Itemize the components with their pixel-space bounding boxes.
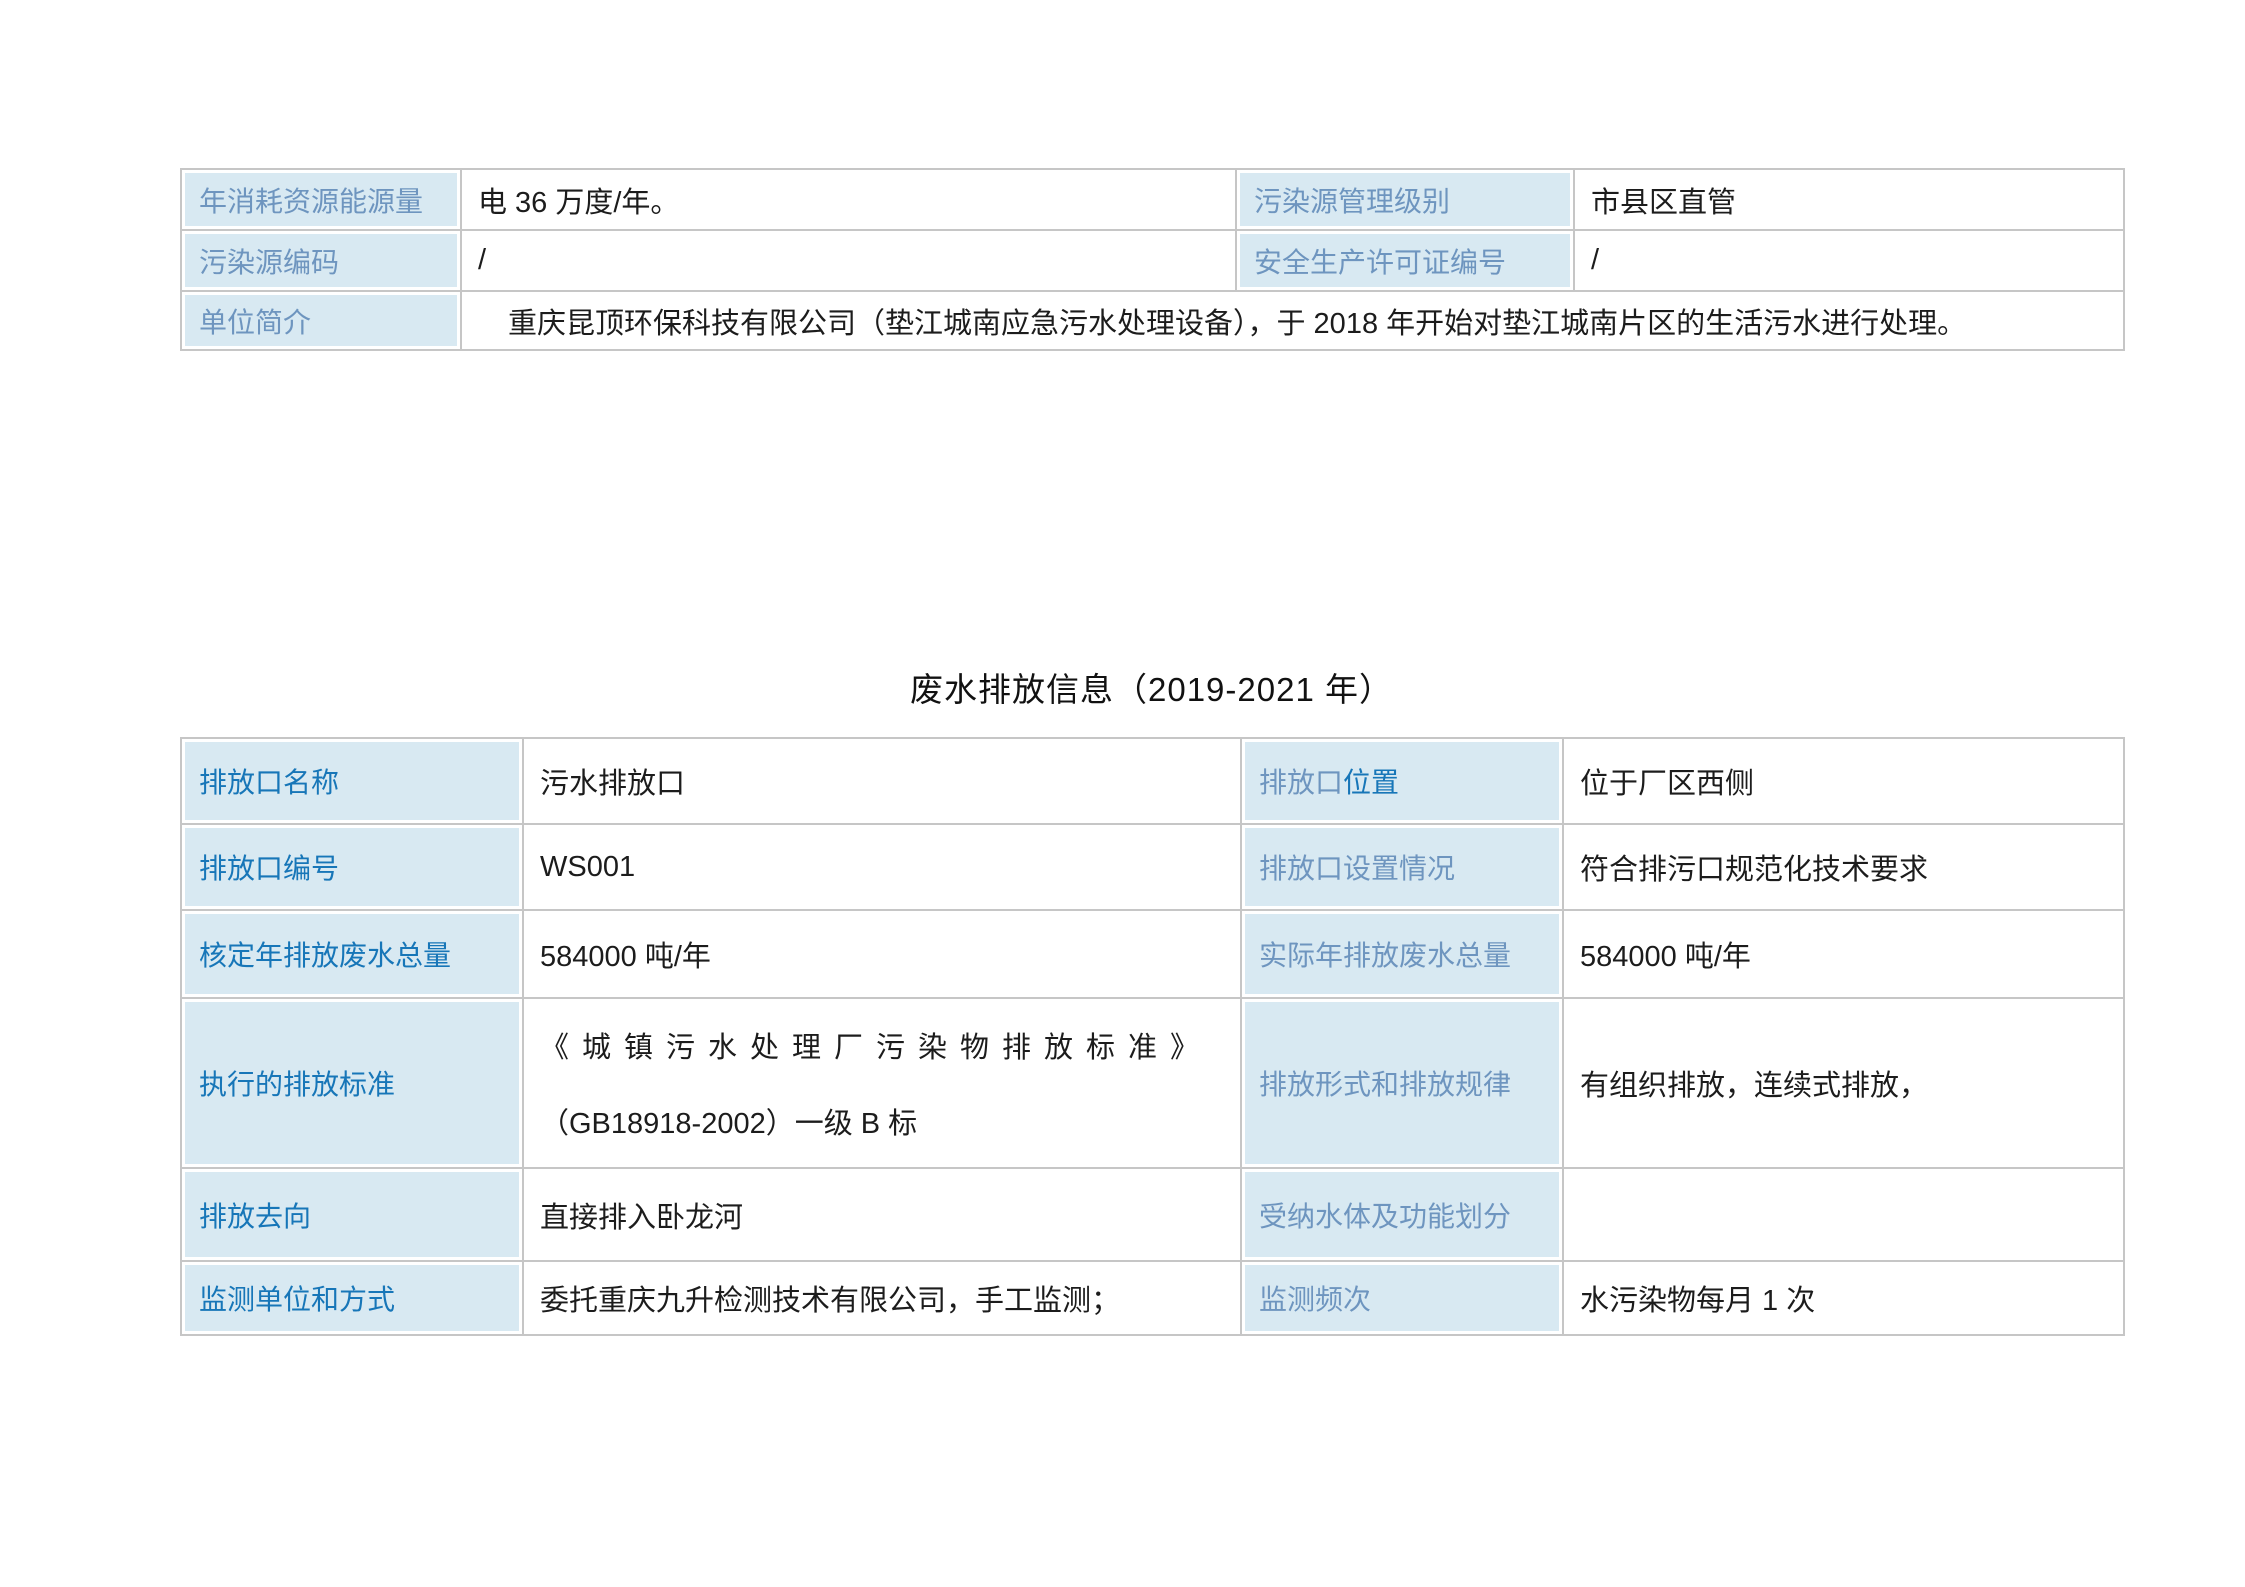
standard-title-line: 《城镇污水处理厂污染物排放标准》 bbox=[540, 1024, 1230, 1066]
table-row: 年消耗资源能源量 电 36 万度/年。 污染源管理级别 市县区直管 bbox=[181, 169, 2124, 230]
cell-actual-discharge-value: 584000 吨/年 bbox=[1563, 910, 2124, 998]
cell-discharge-destination-value: 直接排入卧龙河 bbox=[523, 1168, 1241, 1261]
table-row: 单位简介 重庆昆顶环保科技有限公司（垫江城南应急污水处理设备），于 2018 年… bbox=[181, 291, 2124, 350]
row-label-outlet-number: 排放口编号 bbox=[181, 824, 523, 910]
row-label-monitoring-unit: 监测单位和方式 bbox=[181, 1261, 523, 1335]
table-row: 核定年排放废水总量 584000 吨/年 实际年排放废水总量 584000 吨/… bbox=[181, 910, 2124, 998]
document-page: 年消耗资源能源量 电 36 万度/年。 污染源管理级别 市县区直管 污染源编码 … bbox=[180, 0, 2123, 1336]
cell-discharge-standard-value: 《城镇污水处理厂污染物排放标准》 （GB18918-2002）一级 B 标 bbox=[523, 998, 1241, 1168]
cell-outlet-number-value: WS001 bbox=[523, 824, 1241, 910]
basic-info-table: 年消耗资源能源量 电 36 万度/年。 污染源管理级别 市县区直管 污染源编码 … bbox=[180, 168, 2125, 351]
row-label-monitoring-frequency: 监测频次 bbox=[1241, 1261, 1563, 1335]
cell-outlet-setup-value: 符合排污口规范化技术要求 bbox=[1563, 824, 2124, 910]
table-row: 排放去向 直接排入卧龙河 受纳水体及功能划分 bbox=[181, 1168, 2124, 1261]
table-row: 监测单位和方式 委托重庆九升检测技术有限公司，手工监测； 监测频次 水污染物每月… bbox=[181, 1261, 2124, 1335]
table-row: 污染源编码 / 安全生产许可证编号 / bbox=[181, 230, 2124, 291]
row-label-safety-license: 安全生产许可证编号 bbox=[1236, 230, 1574, 291]
cell-annual-energy-value: 电 36 万度/年。 bbox=[461, 169, 1236, 230]
cell-outlet-location-value: 位于厂区西侧 bbox=[1563, 738, 2124, 824]
cell-discharge-pattern-value: 有组织排放，连续式排放， bbox=[1563, 998, 2124, 1168]
row-label-approved-discharge: 核定年排放废水总量 bbox=[181, 910, 523, 998]
row-label-source-code: 污染源编码 bbox=[181, 230, 461, 291]
cell-outlet-name-value: 污水排放口 bbox=[523, 738, 1241, 824]
row-label-discharge-standard: 执行的排放标准 bbox=[181, 998, 523, 1168]
table-row: 排放口编号 WS001 排放口设置情况 符合排污口规范化技术要求 bbox=[181, 824, 2124, 910]
cell-management-level-value: 市县区直管 bbox=[1574, 169, 2124, 230]
row-label-discharge-destination: 排放去向 bbox=[181, 1168, 523, 1261]
row-label-outlet-location: 排放口位置 bbox=[1241, 738, 1563, 824]
row-label-management-level: 污染源管理级别 bbox=[1236, 169, 1574, 230]
cell-safety-license-value: / bbox=[1574, 230, 2124, 291]
cell-receiving-water-value bbox=[1563, 1168, 2124, 1261]
row-label-receiving-water: 受纳水体及功能划分 bbox=[1241, 1168, 1563, 1261]
table-row: 排放口名称 污水排放口 排放口位置 位于厂区西侧 bbox=[181, 738, 2124, 824]
section-title: 废水排放信息（2019-2021 年） bbox=[180, 663, 2123, 711]
row-label-actual-discharge: 实际年排放废水总量 bbox=[1241, 910, 1563, 998]
row-label-outlet-name: 排放口名称 bbox=[181, 738, 523, 824]
table-row: 执行的排放标准 《城镇污水处理厂污染物排放标准》 （GB18918-2002）一… bbox=[181, 998, 2124, 1168]
row-label-outlet-setup: 排放口设置情况 bbox=[1241, 824, 1563, 910]
row-label-discharge-pattern: 排放形式和排放规律 bbox=[1241, 998, 1563, 1168]
cell-monitoring-frequency-value: 水污染物每月 1 次 bbox=[1563, 1261, 2124, 1335]
row-label-annual-energy: 年消耗资源能源量 bbox=[181, 169, 461, 230]
wastewater-discharge-table: 排放口名称 污水排放口 排放口位置 位于厂区西侧 排放口编号 WS001 排放口… bbox=[180, 737, 2125, 1336]
standard-code-line: （GB18918-2002）一级 B 标 bbox=[540, 1100, 1230, 1142]
cell-approved-discharge-value: 584000 吨/年 bbox=[523, 910, 1241, 998]
cell-monitoring-unit-value: 委托重庆九升检测技术有限公司，手工监测； bbox=[523, 1261, 1241, 1335]
row-label-company-profile: 单位简介 bbox=[181, 291, 461, 350]
cell-source-code-value: / bbox=[461, 230, 1236, 291]
cell-company-profile-value: 重庆昆顶环保科技有限公司（垫江城南应急污水处理设备），于 2018 年开始对垫江… bbox=[461, 291, 2124, 350]
